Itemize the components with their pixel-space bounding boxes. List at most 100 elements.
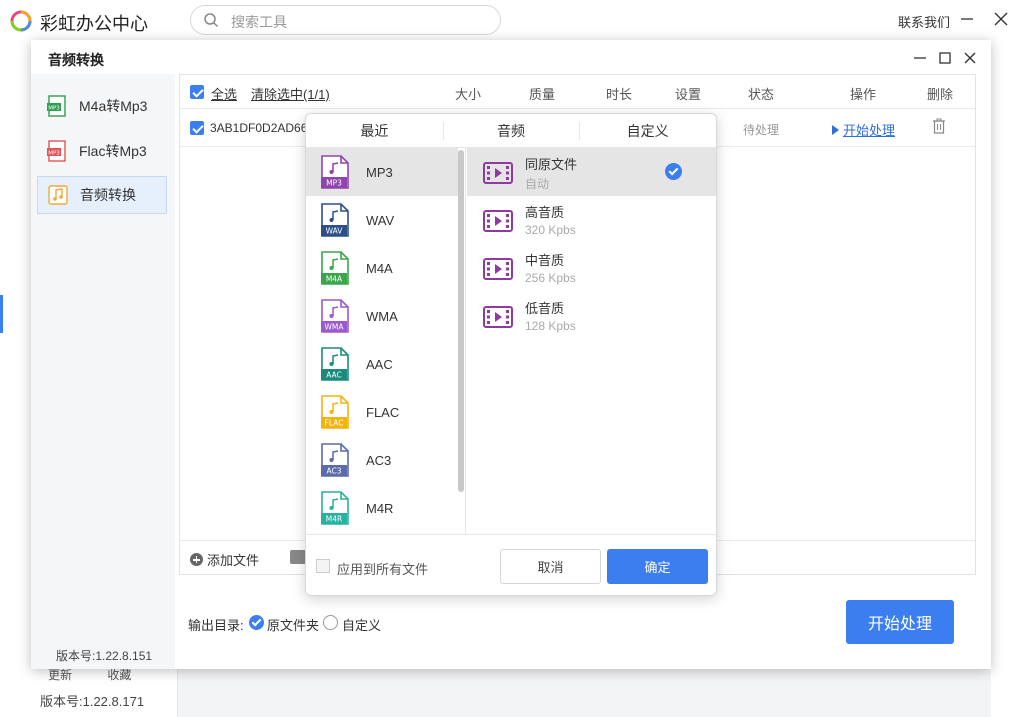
quality-bitrate: 256 Kpbs (525, 271, 576, 285)
search-placeholder: 搜索工具 (231, 14, 287, 30)
format-list-scrollbar[interactable] (458, 150, 464, 492)
format-item-flac[interactable]: FLAC FLAC (306, 388, 458, 436)
quality-list: 同原文件 自动 高音质 320 Kpbs 中音质 256 Kpbs 低音质 12… (467, 148, 716, 534)
plus-circle-icon (190, 553, 203, 566)
search-icon (204, 13, 219, 28)
app-sidebar-active-indicator (0, 295, 3, 333)
select-all-link[interactable]: 全选 (211, 84, 237, 103)
format-item-m4r[interactable]: M4R M4R (306, 484, 458, 532)
column-action: 操作 (850, 87, 877, 102)
video-file-icon (483, 162, 513, 184)
output-original-label[interactable]: 原文件夹 (267, 615, 319, 634)
quality-name: 中音质 (525, 253, 565, 268)
app-version: 版本号:1.22.8.171 (40, 694, 145, 709)
svg-text:MP3: MP3 (48, 151, 60, 157)
format-label: AAC (366, 356, 393, 372)
format-item-aac[interactable]: AAC AAC (306, 340, 458, 388)
format-item-wav[interactable]: WAV WAV (306, 196, 458, 244)
format-label: AC3 (366, 452, 392, 468)
add-file-button[interactable]: 添加文件 (190, 550, 259, 569)
sidebar-item-flac-to-mp3[interactable]: MP3 Flac转Mp3 (37, 132, 167, 170)
audio-file-icon: WAV (321, 203, 349, 237)
selected-check-icon (665, 163, 682, 180)
quality-name: 高音质 (525, 205, 565, 220)
output-custom-radio[interactable] (323, 615, 338, 630)
maximize-icon[interactable] (938, 51, 952, 65)
app-main-area (991, 40, 1025, 717)
format-icon-text: M4A (326, 275, 343, 284)
format-picker-popup: 最近 音频 自定义 MP3 MP3 WAV WAV M4A M4A WMA WMA AAC AAC… (305, 113, 717, 596)
output-custom-label[interactable]: 自定义 (342, 615, 381, 634)
sidebar-item-m4a-to-mp3[interactable]: MP3 M4a转Mp3 (37, 87, 167, 125)
tab-audio[interactable]: 音频 (442, 114, 580, 147)
tab-custom[interactable]: 自定义 (579, 114, 716, 147)
format-icon-text: WAV (326, 227, 344, 236)
column-quality: 质量 (529, 87, 556, 102)
format-icon-text: MP3 (326, 179, 342, 188)
file-list-header: 全选 清除选中(1/1) 大小 质量 时长 设置 状态 操作 删除 (180, 75, 975, 109)
format-label: WAV (366, 212, 395, 228)
format-label: MP3 (366, 164, 393, 180)
format-label: FLAC (366, 404, 400, 420)
update-link[interactable]: 更新 (48, 668, 72, 682)
cancel-button[interactable]: 取消 (500, 549, 601, 584)
quality-bitrate: 128 Kpbs (525, 319, 576, 333)
trash-icon[interactable] (932, 118, 946, 134)
sidebar-item-audio-convert[interactable]: 音频转换 (37, 176, 167, 214)
format-icon-text: AAC (326, 371, 342, 380)
popup-footer: 应用到所有文件 取消 确定 (306, 534, 716, 595)
confirm-button[interactable]: 确定 (607, 549, 708, 584)
audio-file-icon: MP3 (321, 155, 349, 189)
format-item-mp3[interactable]: MP3 MP3 (306, 148, 458, 196)
format-list: MP3 MP3 WAV WAV M4A M4A WMA WMA AAC AAC FLAC FLAC AC… (306, 148, 466, 534)
sidebar-item-label: Flac转Mp3 (79, 143, 147, 159)
quality-item-medium[interactable]: 中音质 256 Kpbs (467, 244, 716, 292)
row-checkbox[interactable] (190, 121, 204, 135)
flac-file-icon: MP3 (47, 140, 66, 162)
audio-file-icon: WMA (321, 299, 349, 333)
minimize-icon[interactable] (913, 51, 927, 65)
dialog-titlebar: 音频转换 (31, 40, 991, 74)
add-folder-icon[interactable] (290, 550, 306, 564)
clear-selected-link[interactable]: 清除选中(1/1) (251, 84, 330, 103)
format-item-m4a[interactable]: M4A M4A (306, 244, 458, 292)
start-process-link[interactable]: 开始处理 (832, 120, 895, 139)
m4a-file-icon: MP3 (47, 95, 66, 117)
apply-all-checkbox[interactable] (316, 559, 330, 573)
file-name: 3AB1DF0D2AD66 (210, 121, 308, 135)
svg-text:MP3: MP3 (48, 106, 60, 112)
contact-us-link[interactable]: 联系我们 (898, 12, 950, 31)
quality-name: 同原文件 (525, 157, 578, 172)
rainbow-logo-icon (10, 10, 32, 32)
format-item-wma[interactable]: WMA WMA (306, 292, 458, 340)
audio-file-icon: M4A (321, 251, 349, 285)
format-tabs: 最近 音频 自定义 (306, 114, 716, 148)
tab-recent[interactable]: 最近 (306, 114, 443, 147)
quality-bitrate: 自动 (525, 177, 550, 191)
column-duration: 时长 (606, 87, 633, 102)
audio-convert-icon (48, 185, 68, 205)
close-icon[interactable] (963, 51, 977, 65)
sidebar-item-label: 音频转换 (80, 187, 136, 203)
quality-item-low[interactable]: 低音质 128 Kpbs (467, 292, 716, 340)
format-label: WMA (366, 308, 398, 324)
minimize-icon[interactable] (960, 11, 974, 27)
output-original-radio[interactable] (249, 615, 264, 630)
apply-all-label[interactable]: 应用到所有文件 (337, 559, 428, 578)
select-all-checkbox[interactable] (190, 85, 204, 99)
close-icon[interactable] (992, 10, 1010, 28)
quality-item-high[interactable]: 高音质 320 Kpbs (467, 196, 716, 244)
audio-file-icon: AAC (321, 347, 349, 381)
format-label: M4R (366, 500, 394, 516)
dialog-version: 版本号:1.22.8.151 (56, 649, 153, 663)
dialog-sidebar: MP3 M4a转Mp3 MP3 Flac转Mp3 音频转换 版本号:1.22.8… (31, 74, 175, 669)
quality-item-original[interactable]: 同原文件 自动 (467, 148, 716, 196)
dialog-title: 音频转换 (48, 52, 104, 68)
video-file-icon (483, 210, 513, 232)
video-file-icon (483, 306, 513, 328)
format-item-ac3[interactable]: AC3 AC3 (306, 436, 458, 484)
start-process-button[interactable]: 开始处理 (846, 600, 954, 644)
favorite-link[interactable]: 收藏 (107, 668, 131, 682)
search-input[interactable]: 搜索工具 (190, 5, 501, 35)
format-icon-text: FLAC (325, 419, 344, 428)
